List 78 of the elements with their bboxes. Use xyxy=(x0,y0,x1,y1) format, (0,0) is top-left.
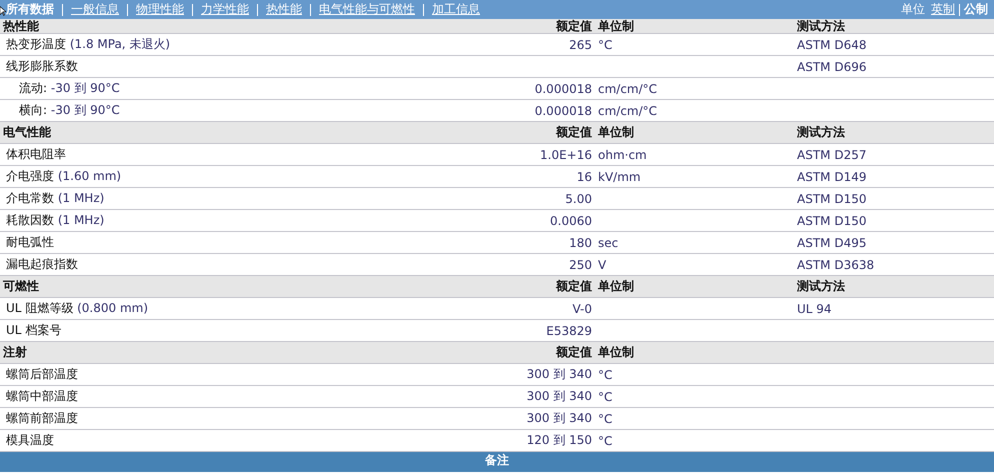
table-cell: 1.0E+16 xyxy=(540,148,592,162)
property-name: 介电强度 (1.60 mm) xyxy=(5,168,122,185)
table-cell: 300 到 340 xyxy=(526,367,592,381)
table-cell: UL 94 xyxy=(797,302,832,316)
table-cell: kV/mm xyxy=(598,170,641,184)
column-header: 单位制 xyxy=(597,344,635,361)
table-cell: 5.00 xyxy=(565,192,592,206)
nav-tab[interactable]: 加工信息 xyxy=(432,1,480,18)
property-name: 耗散因数 (1 MHz) xyxy=(5,212,106,229)
column-header: 单位制 xyxy=(597,19,635,33)
table-cell: 265 xyxy=(569,38,592,52)
table-cell: 120 到 150 xyxy=(526,433,592,447)
unit-option[interactable]: 公制 xyxy=(964,1,988,18)
table-cell: 0.000018 xyxy=(534,104,592,118)
nav-tab[interactable]: 一般信息 xyxy=(71,1,119,18)
table-cell: °C xyxy=(598,390,612,404)
notes-header: 备注 xyxy=(0,452,994,472)
table-cell: 250 xyxy=(569,258,592,272)
table-cell: ASTM D150 xyxy=(797,192,866,206)
table-cell: V xyxy=(598,258,606,272)
table-cell: 0.0060 xyxy=(550,214,592,228)
property-name: 螺筒后部温度 xyxy=(5,366,79,383)
column-header: 额定值 xyxy=(554,124,592,141)
section-title: 注射 xyxy=(2,344,28,361)
nav-tab[interactable]: 力学性能 xyxy=(201,1,249,18)
nav-tab[interactable]: 所有数据 xyxy=(6,1,54,18)
table-cell: E53829 xyxy=(546,324,592,338)
table-cell: V-0 xyxy=(572,302,592,316)
table-cell: 300 到 340 xyxy=(526,411,592,425)
column-header: 额定值 xyxy=(554,19,592,33)
property-name: UL 档案号 xyxy=(5,322,62,339)
table-cell: °C xyxy=(598,38,612,52)
table-cell: °C xyxy=(598,368,612,382)
column-header: 测试方法 xyxy=(796,278,845,295)
table-cell: 300 到 340 xyxy=(526,389,592,403)
property-name: 线形膨胀系数 xyxy=(5,58,79,75)
table-cell: ASTM D648 xyxy=(797,38,866,52)
table-cell: 0.000018 xyxy=(534,82,592,96)
table-cell: ASTM D257 xyxy=(797,148,866,162)
table-cell: 180 xyxy=(569,236,592,250)
column-header: 单位制 xyxy=(597,278,635,295)
property-name: 螺筒前部温度 xyxy=(5,410,79,427)
section-title: 电气性能 xyxy=(2,124,52,141)
property-name: 耐电弧性 xyxy=(5,234,55,251)
nav-tab[interactable]: 电气性能与可燃性 xyxy=(319,1,415,18)
property-name: 热变形温度 (1.8 MPa, 未退火) xyxy=(5,36,172,53)
nav-tab[interactable]: 物理性能 xyxy=(136,1,184,18)
table-cell: sec xyxy=(598,236,618,250)
table-cell: ASTM D696 xyxy=(797,60,866,74)
property-name: 流动: -30 到 90°C xyxy=(18,80,121,97)
property-name: 横向: -30 到 90°C xyxy=(18,102,121,119)
property-name: 体积电阻率 xyxy=(5,146,67,163)
property-name: UL 阻燃等级 (0.800 mm) xyxy=(5,300,150,317)
cursor-icon xyxy=(0,6,6,16)
unit-option[interactable]: 英制 xyxy=(931,1,955,18)
table-cell: ASTM D150 xyxy=(797,214,866,228)
table-cell: ASTM D495 xyxy=(797,236,866,250)
section-title: 可燃性 xyxy=(2,278,40,295)
table-cell: ASTM D3638 xyxy=(797,258,874,272)
table-cell: 16 xyxy=(576,170,592,184)
table-cell: ASTM D149 xyxy=(797,170,866,184)
column-header: 测试方法 xyxy=(796,124,845,141)
table-cell: cm/cm/°C xyxy=(598,104,658,118)
table-cell: °C xyxy=(598,434,612,448)
column-header: 额定值 xyxy=(554,278,592,295)
nav-tab[interactable]: 热性能 xyxy=(266,1,302,18)
column-header: 额定值 xyxy=(554,344,592,361)
property-name: 螺筒中部温度 xyxy=(5,388,79,405)
units-label: 单位 xyxy=(901,1,925,18)
table-cell: ohm·cm xyxy=(598,148,647,162)
property-name: 漏电起痕指数 xyxy=(5,256,79,273)
property-name: 介电常数 (1 MHz) xyxy=(5,190,106,207)
table-cell: °C xyxy=(598,412,612,426)
table-cell: cm/cm/°C xyxy=(598,82,658,96)
column-header: 单位制 xyxy=(597,124,635,141)
column-header: 测试方法 xyxy=(796,19,845,33)
property-name: 模具温度 xyxy=(5,432,55,449)
section-title: 热性能 xyxy=(2,19,40,33)
